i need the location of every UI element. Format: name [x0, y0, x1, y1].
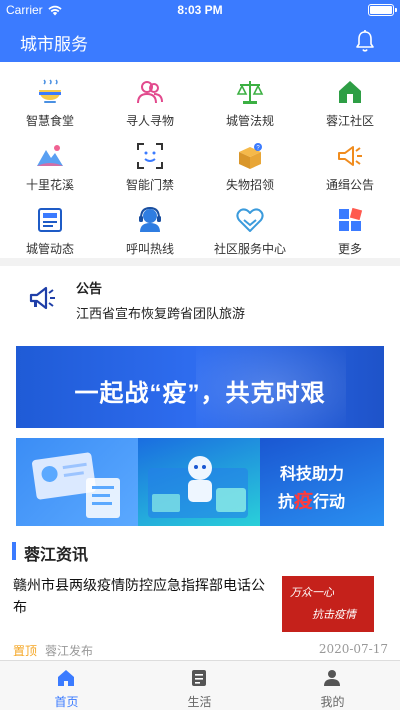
section-accent-bar [12, 542, 16, 560]
notice-title: 公告 [76, 281, 103, 296]
news-source: 蓉江发布 [45, 644, 94, 658]
tab-label: 首页 [54, 695, 79, 709]
clock: 8:03 PM [177, 3, 223, 17]
service-smart-gate[interactable]: 智能门禁 [100, 126, 200, 192]
news-date: 2020-07-17 [318, 642, 388, 656]
service-grid: 智慧食堂 寻人寻物 城管法规 蓉江社区 十里花溪 智能门禁 ? 失物招领 通缉公… [0, 62, 400, 258]
banner-tech-line2: 抗疫行动 [278, 491, 346, 512]
banner-tech-epidemic[interactable]: 科技助力 抗疫行动 [16, 438, 384, 526]
bell-icon[interactable] [354, 29, 376, 53]
service-wanted-notice[interactable]: 通缉公告 [300, 126, 400, 192]
status-bar: Carrier 8:03 PM [0, 0, 400, 20]
service-smart-canteen[interactable]: 智慧食堂 [0, 62, 100, 128]
service-label: 城管动态 [25, 242, 74, 256]
service-flower-creek[interactable]: 十里花溪 [0, 126, 100, 192]
news-headline[interactable]: 赣州市县两级疫情防控应急指挥部电话公布 [13, 574, 273, 618]
news-section-header: 蓉江资讯 [0, 536, 400, 566]
banner-panel-card [16, 438, 138, 526]
service-community[interactable]: 蓉江社区 [300, 62, 400, 128]
service-news[interactable]: 城管动态 [0, 190, 100, 256]
news-meta: 置顶 蓉江发布 [13, 642, 93, 659]
tab-home[interactable]: 首页 [0, 661, 133, 710]
face-scan-icon [137, 143, 163, 169]
people-icon [137, 81, 163, 104]
service-community-center[interactable]: 社区服务中心 [200, 190, 300, 256]
tab-life[interactable]: 生活 [133, 661, 266, 710]
user-icon [324, 670, 340, 686]
home-icon [339, 81, 361, 103]
banner-tech-line1: 科技助力 [280, 466, 345, 483]
health-card-illustration [32, 452, 120, 518]
bowl-icon [39, 79, 61, 103]
scales-icon [236, 81, 264, 104]
tab-mine[interactable]: 我的 [266, 661, 399, 710]
banner-text: 一起战“疫”，共克时艰 [74, 380, 326, 407]
pinned-badge: 置顶 [13, 644, 38, 658]
service-hotline[interactable]: 呼叫热线 [100, 190, 200, 256]
news-section-title: 蓉江资讯 [24, 547, 89, 564]
nav-bar: 城市服务 [0, 20, 400, 62]
news-thumbnail[interactable]: 万众一心 抗击疫情 [282, 576, 374, 632]
tab-label: 生活 [187, 695, 212, 709]
service-label: 更多 [337, 242, 362, 256]
service-more[interactable]: 更多 [300, 190, 400, 256]
notice-bar[interactable]: 公告 江西省宣布恢复跨省团队旅游 [0, 266, 400, 336]
banner-panel-robot [138, 438, 260, 526]
grid-icon [339, 207, 363, 231]
tab-bar: 首页 生活 我的 [0, 660, 400, 710]
mountain-icon [37, 145, 63, 166]
service-label: 社区服务中心 [213, 242, 286, 256]
megaphone-icon [29, 286, 55, 310]
heart-hands-icon [236, 208, 264, 232]
tab-label: 我的 [320, 695, 345, 709]
robot-illustration [148, 456, 248, 518]
notice-text[interactable]: 江西省宣布恢复跨省团队旅游 [76, 303, 245, 322]
box-icon: ? [239, 143, 262, 169]
battery-icon [368, 4, 397, 16]
newspaper-icon [38, 208, 62, 232]
news-item[interactable]: 赣州市县两级疫情防控应急指挥部电话公布 万众一心 抗击疫情 置顶 蓉江发布 202… [0, 566, 400, 660]
megaphone-icon [338, 146, 362, 166]
banner-fight-epidemic[interactable]: 一起战“疫”，共克时艰 [16, 346, 384, 428]
home-icon [58, 670, 74, 686]
service-find-people[interactable]: 寻人寻物 [100, 62, 200, 128]
service-regulations[interactable]: 城管法规 [200, 62, 300, 128]
service-lost-found[interactable]: ? 失物招领 [200, 126, 300, 192]
service-label: 呼叫热线 [125, 242, 174, 256]
document-icon [192, 670, 206, 686]
headset-icon [139, 206, 161, 232]
banner-area: 一起战“疫”，共克时艰 科技助力 抗疫行动 [0, 336, 400, 536]
page-title: 城市服务 [20, 35, 88, 54]
